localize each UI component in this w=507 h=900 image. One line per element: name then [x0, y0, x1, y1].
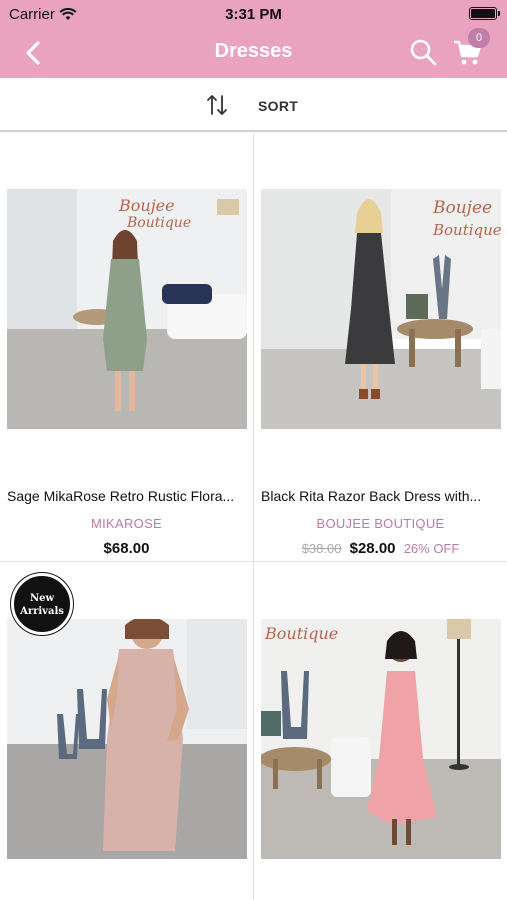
sign-text-1b: Boutique — [126, 215, 191, 231]
product-card-4[interactable]: Boutique — [254, 562, 507, 900]
product-image-4[interactable]: Boutique — [261, 619, 501, 859]
sign-text-2b: Boutique — [432, 221, 501, 239]
search-icon[interactable] — [408, 37, 438, 67]
product-brand: BOUJEE BOUTIQUE — [316, 516, 445, 531]
current-price: $28.00 — [349, 540, 396, 557]
sign-text-4: Boutique — [264, 624, 338, 643]
sort-arrows-icon[interactable] — [205, 93, 229, 117]
discount-label: 26% OFF — [403, 541, 460, 556]
new-arrivals-line-2: Arrivals — [20, 606, 64, 617]
new-arrivals-badge: New Arrivals — [11, 573, 73, 635]
product-price: $38.00 $28.00 26% OFF — [254, 540, 507, 557]
product-card-1[interactable]: Boujee Boutique Sage MikaRose Retro Rust… — [0, 133, 253, 561]
product-image-3[interactable] — [7, 619, 247, 859]
product-card-2[interactable]: Boujee Boutique Black Rita Razor Back Dr… — [254, 133, 507, 561]
product-brand: MIKAROSE — [90, 516, 163, 531]
battery-icon — [469, 7, 500, 20]
status-bar: Carrier 3:31 PM — [0, 0, 507, 28]
product-image-1[interactable]: Boujee Boutique — [7, 189, 247, 429]
current-price: $68.00 — [103, 540, 150, 557]
product-image-2[interactable]: Boujee Boutique — [261, 189, 501, 429]
sign-text-2a: Boujee — [432, 198, 492, 218]
product-grid: Boujee Boutique Sage MikaRose Retro Rust… — [0, 133, 507, 900]
sort-label[interactable]: SORT — [258, 98, 298, 114]
original-price: $38.00 — [301, 541, 342, 556]
product-name[interactable]: Black Rita Razor Back Dress with... — [261, 488, 501, 504]
sort-bar[interactable]: SORT — [0, 78, 507, 132]
product-name[interactable]: Sage MikaRose Retro Rustic Flora... — [7, 488, 247, 504]
sign-text-1a: Boujee — [118, 196, 175, 215]
product-price: $68.00 — [0, 540, 253, 557]
cart-count-badge[interactable]: 0 — [468, 28, 490, 48]
nav-bar: Dresses 0 — [0, 28, 507, 78]
status-time: 3:31 PM — [225, 6, 282, 23]
new-arrivals-line-1: New — [29, 593, 55, 604]
